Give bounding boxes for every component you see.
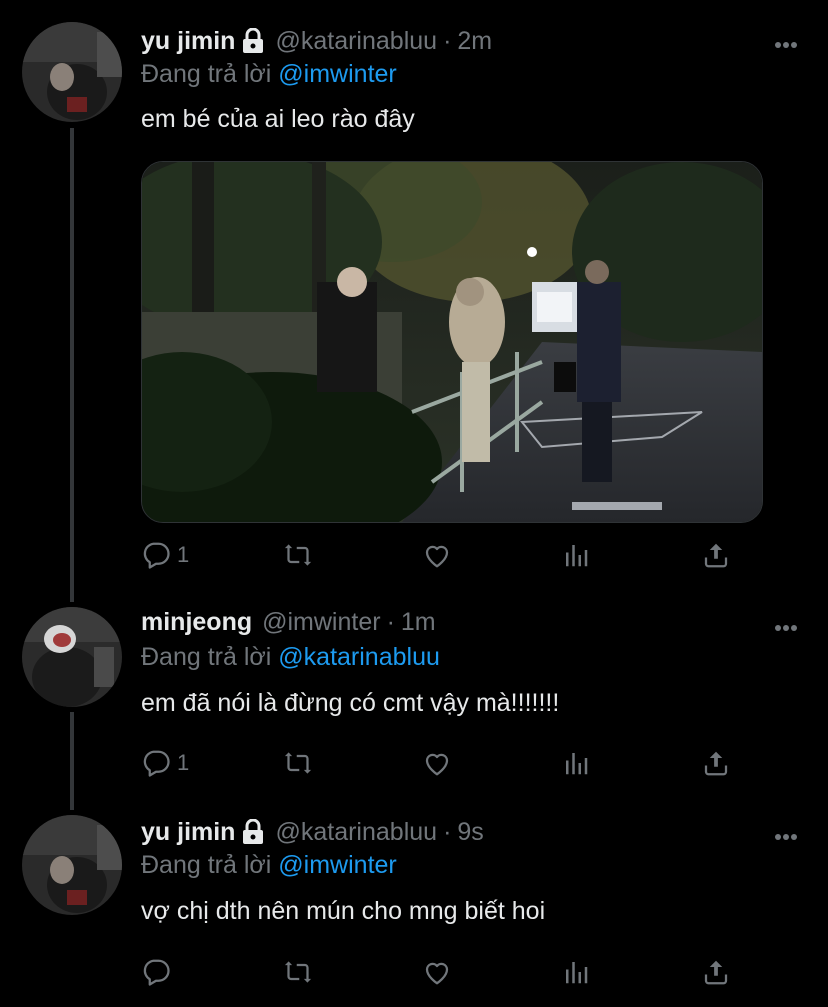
like-icon xyxy=(421,540,453,570)
analytics-icon xyxy=(561,540,591,570)
more-horizontal-icon[interactable] xyxy=(774,828,798,846)
analytics-button[interactable] xyxy=(561,748,621,778)
share-button[interactable] xyxy=(701,748,731,778)
reply-count: 1 xyxy=(177,542,190,567)
tweet-header: minjeong @imwinter · 1m xyxy=(141,607,436,637)
separator: · xyxy=(443,26,452,55)
share-icon xyxy=(701,957,731,987)
analytics-icon xyxy=(561,957,591,987)
display-name[interactable]: yu jimin xyxy=(141,818,235,847)
like-button[interactable] xyxy=(421,957,481,987)
like-button[interactable] xyxy=(421,748,481,778)
mention-link[interactable]: @imwinter xyxy=(278,60,396,88)
retweet-icon xyxy=(281,540,315,570)
share-button[interactable] xyxy=(701,957,731,987)
tweet-actions: 1 xyxy=(141,743,731,783)
replying-to: Đang trả lời @imwinter xyxy=(141,60,397,89)
tweet-text: em bé của ai leo rào đây xyxy=(141,105,415,133)
share-icon xyxy=(701,540,731,570)
avatar[interactable] xyxy=(22,22,122,122)
analytics-icon xyxy=(561,748,591,778)
tweet-text: em đã nói là đừng có cmt vậy mà!!!!!!! xyxy=(141,689,560,717)
retweet-icon xyxy=(281,957,315,987)
mention-link[interactable]: @katarinabluu xyxy=(278,643,440,671)
retweet-icon xyxy=(281,748,315,778)
tweet-actions: 1 xyxy=(141,535,731,575)
more-horizontal-icon[interactable] xyxy=(774,36,798,54)
tweet-actions xyxy=(141,952,731,992)
timestamp[interactable]: 1m xyxy=(401,608,436,637)
reply-button[interactable] xyxy=(141,957,201,987)
tweet-header: yu jimin @katarinabluu · 2m xyxy=(141,26,492,56)
analytics-button[interactable] xyxy=(561,957,621,987)
separator: · xyxy=(386,607,395,636)
tweet-header: yu jimin @katarinabluu · 9s xyxy=(141,817,484,847)
timestamp[interactable]: 2m xyxy=(457,27,492,56)
like-icon xyxy=(421,957,453,987)
reply-button[interactable]: 1 xyxy=(141,540,201,570)
replying-to: Đang trả lời @katarinabluu xyxy=(141,643,440,672)
replying-label: Đang trả lời xyxy=(141,851,272,879)
display-name[interactable]: minjeong xyxy=(141,608,252,637)
retweet-button[interactable] xyxy=(281,540,341,570)
replying-label: Đang trả lời xyxy=(141,643,272,671)
tweet-text: vợ chị dth nên mún cho mng biết hoi xyxy=(141,897,546,925)
replying-to: Đang trả lời @imwinter xyxy=(141,851,397,880)
retweet-button[interactable] xyxy=(281,748,341,778)
lock-icon xyxy=(241,28,265,54)
share-icon xyxy=(701,748,731,778)
like-button[interactable] xyxy=(421,540,481,570)
lock-icon xyxy=(241,819,265,845)
like-icon xyxy=(421,748,453,778)
analytics-button[interactable] xyxy=(561,540,621,570)
reply-button[interactable]: 1 xyxy=(141,748,201,778)
user-handle[interactable]: @imwinter xyxy=(262,608,380,637)
timestamp[interactable]: 9s xyxy=(457,818,483,847)
more-horizontal-icon[interactable] xyxy=(774,619,798,637)
reply-icon xyxy=(141,748,171,778)
share-button[interactable] xyxy=(701,540,731,570)
avatar[interactable] xyxy=(22,607,122,707)
user-handle[interactable]: @katarinabluu xyxy=(275,818,437,847)
user-handle[interactable]: @katarinabluu xyxy=(275,27,437,56)
reply-icon xyxy=(141,540,171,570)
tweet-photo[interactable] xyxy=(141,161,763,523)
replying-label: Đang trả lời xyxy=(141,60,272,88)
reply-count: 1 xyxy=(177,750,190,775)
thread-line xyxy=(70,712,74,810)
tweet[interactable]: yu jimin @katarinabluu · 2m Đang trả lời… xyxy=(0,0,828,600)
separator: · xyxy=(443,817,452,846)
avatar[interactable] xyxy=(22,815,122,915)
mention-link[interactable]: @imwinter xyxy=(278,851,396,879)
display-name[interactable]: yu jimin xyxy=(141,27,235,56)
reply-icon xyxy=(141,957,171,987)
retweet-button[interactable] xyxy=(281,957,341,987)
